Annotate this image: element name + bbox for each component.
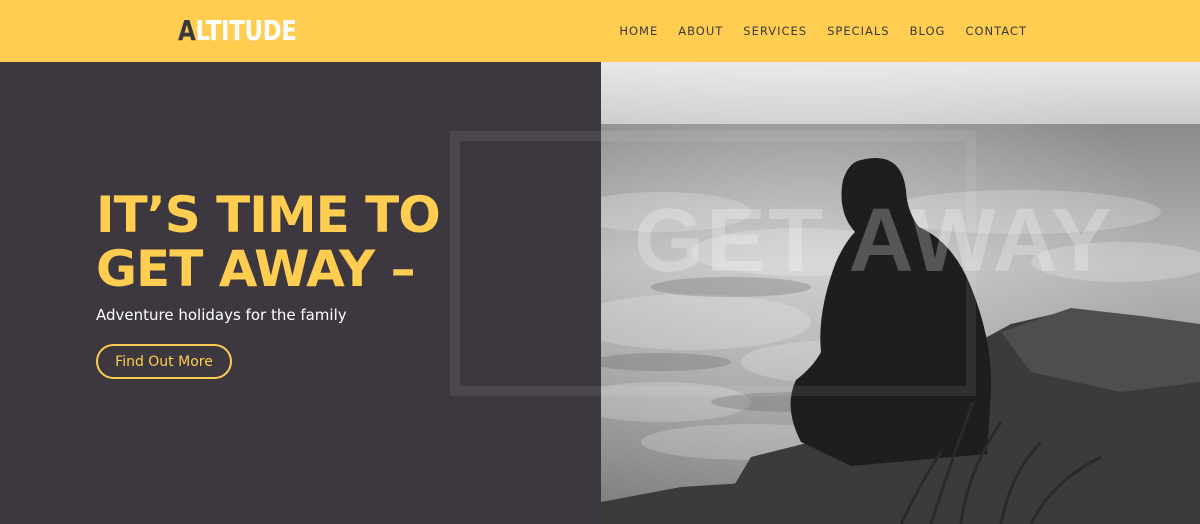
hero-headline-line1: IT’S TIME TO xyxy=(96,186,441,244)
nav-about[interactable]: ABOUT xyxy=(678,24,723,38)
ghost-text: GET AWAY xyxy=(634,191,1114,291)
nav-services[interactable]: SERVICES xyxy=(743,24,807,38)
hero-photo xyxy=(601,62,1200,524)
nav-blog[interactable]: BLOG xyxy=(910,24,946,38)
nav-specials[interactable]: SPECIALS xyxy=(827,24,890,38)
site-header: ALTITUDE HOME ABOUT SERVICES SPECIALS BL… xyxy=(0,0,1200,62)
logo-initial: A xyxy=(178,14,196,47)
main-nav: HOME ABOUT SERVICES SPECIALS BLOG CONTAC… xyxy=(599,0,1027,62)
nav-contact[interactable]: CONTACT xyxy=(965,24,1027,38)
hero-headline: IT’S TIME TO GET AWAY – xyxy=(96,186,441,298)
nav-home[interactable]: HOME xyxy=(619,24,658,38)
find-out-more-button[interactable]: Find Out More xyxy=(96,344,232,379)
hero-headline-line2: GET AWAY – xyxy=(96,240,416,298)
hero-subtitle: Adventure holidays for the family xyxy=(96,306,347,324)
mountain-photo-image xyxy=(601,62,1200,524)
logo[interactable]: ALTITUDE xyxy=(178,14,297,48)
logo-text: LTITUDE xyxy=(195,14,297,47)
